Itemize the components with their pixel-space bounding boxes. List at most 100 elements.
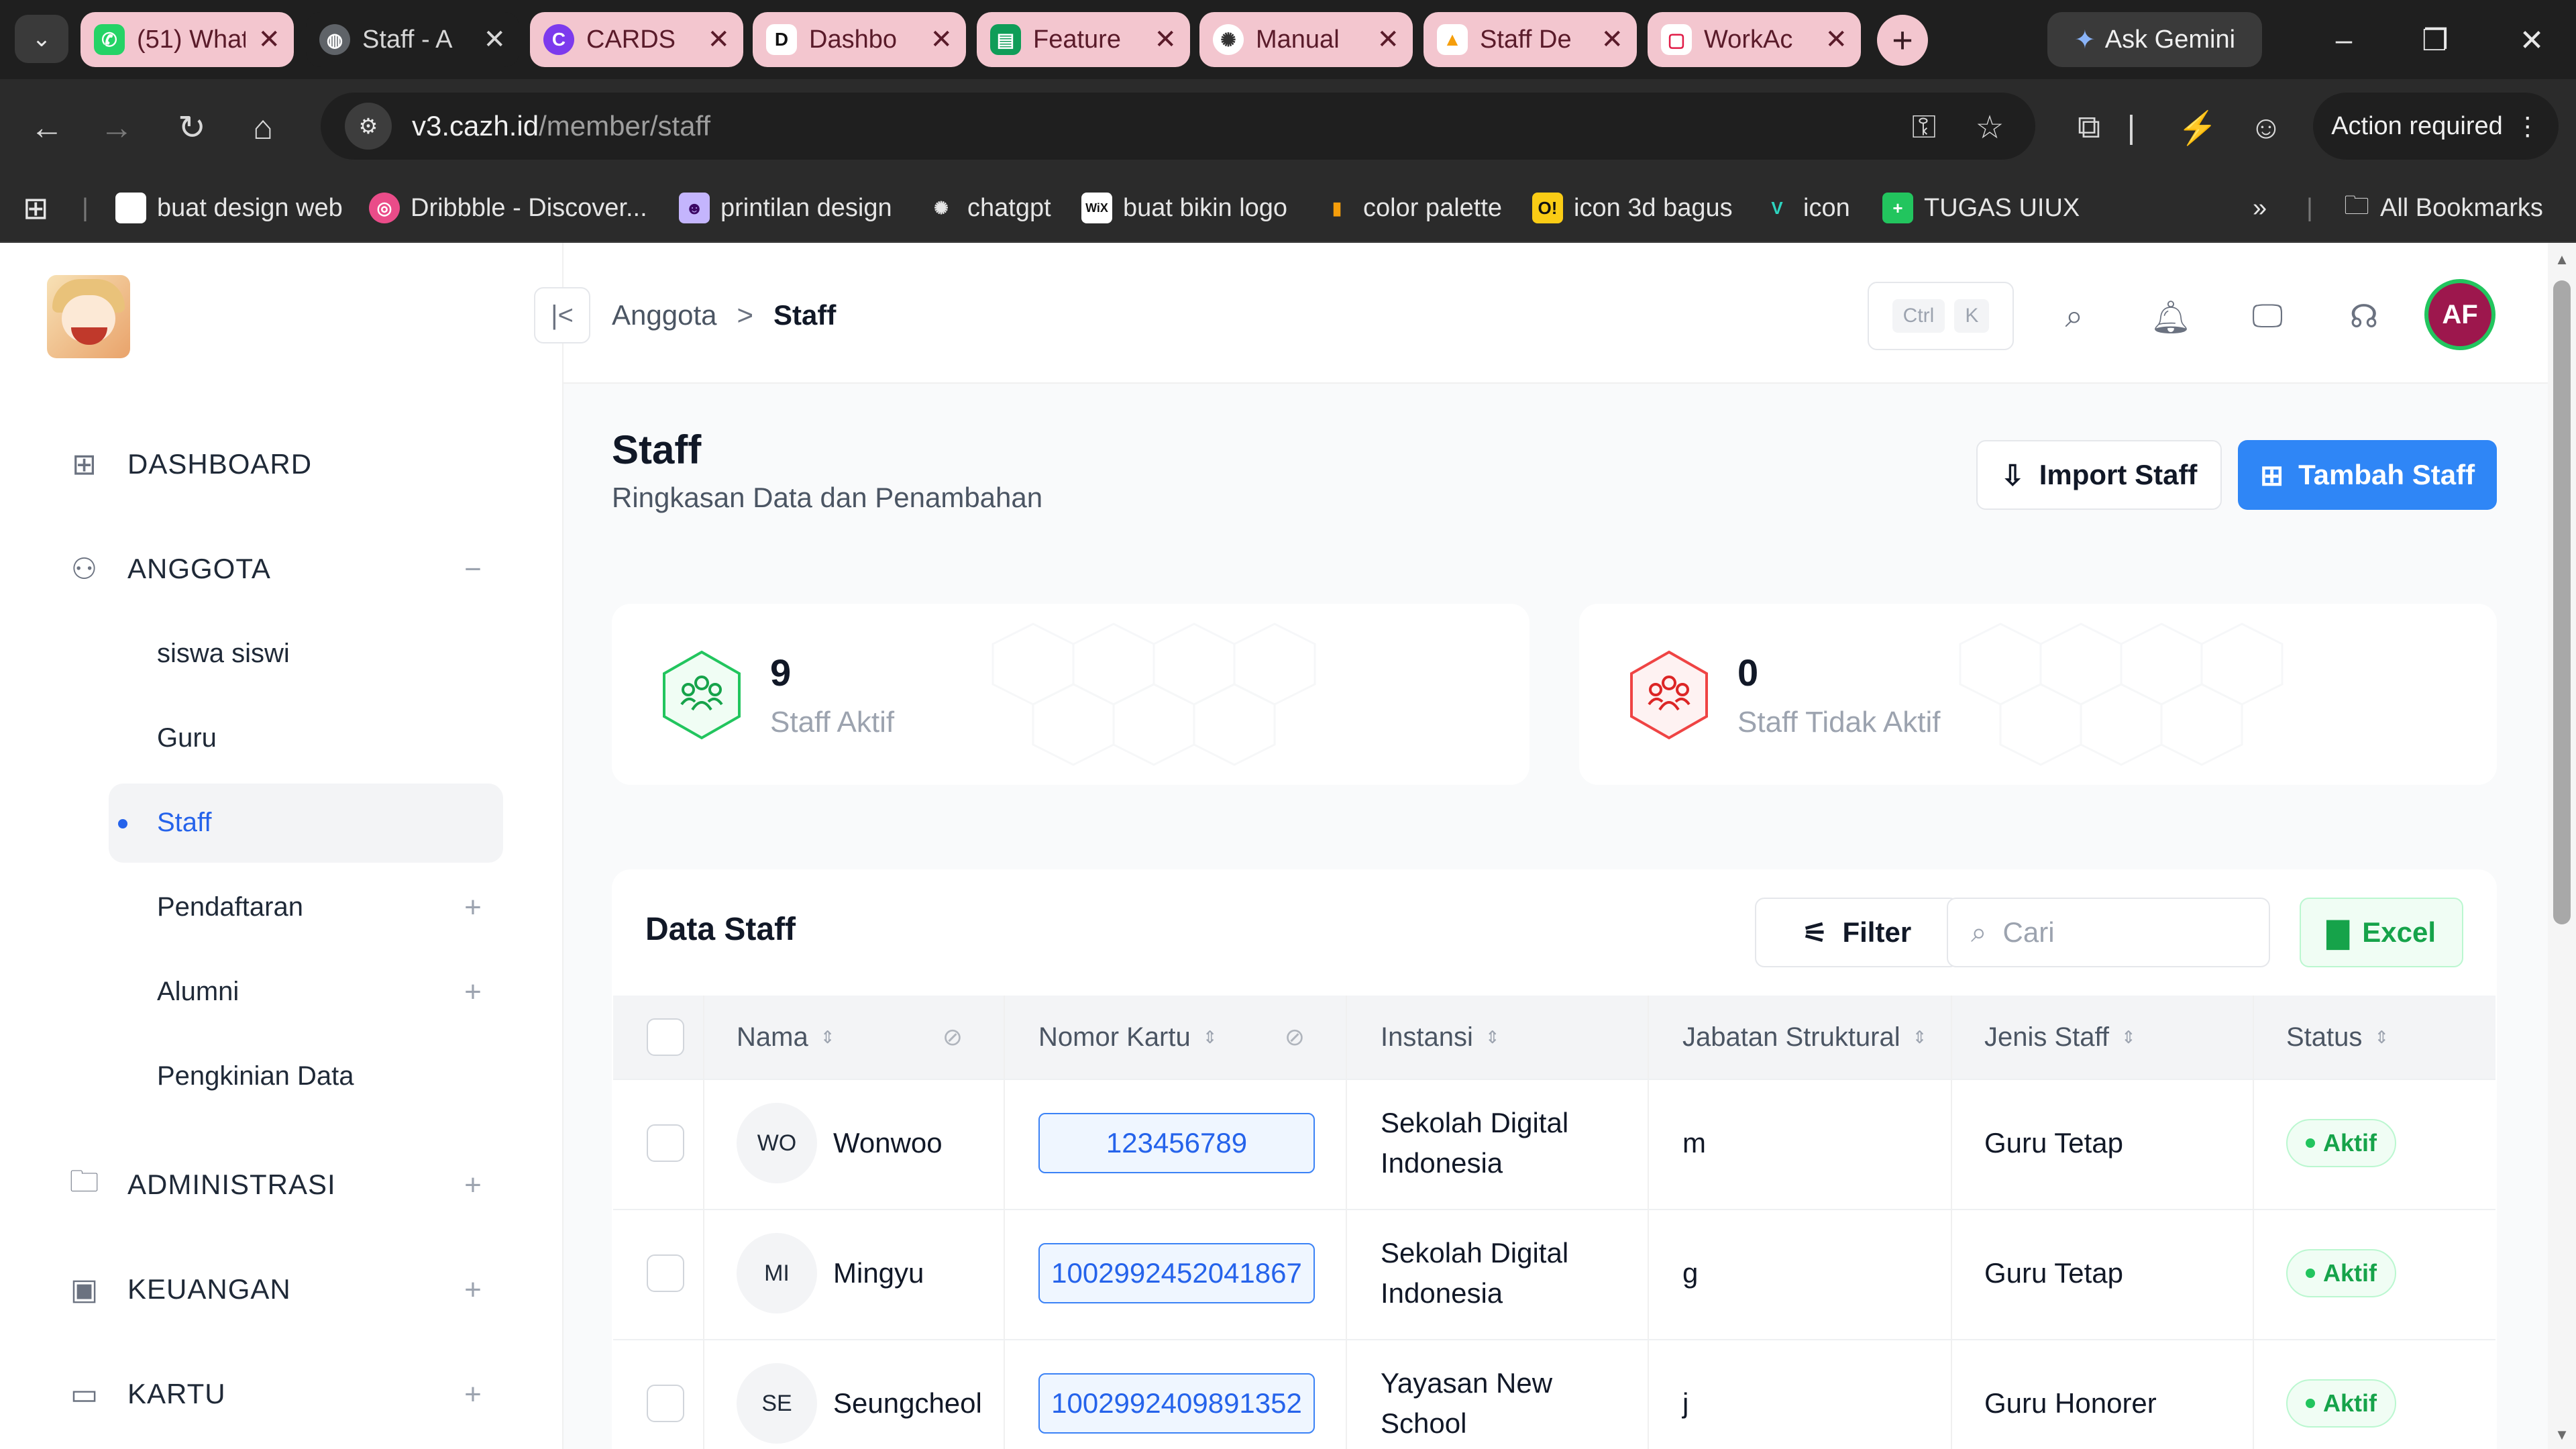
scroll-down-icon[interactable]: ▼ [2553,1425,2571,1445]
staff-name[interactable]: Mingyu [833,1253,924,1293]
performance-icon[interactable]: ⚡ [2178,107,2218,148]
browser-tab-manual[interactable]: ✺ Manual ✕ [1199,12,1413,67]
reload-button[interactable]: ↻ [165,101,219,154]
sidebar-item-kartu[interactable]: ▭ KARTU [64,1370,226,1418]
expand-plus-icon[interactable]: + [456,975,490,1009]
import-staff-button[interactable]: ⇩ Import Staff [1976,440,2222,510]
close-icon[interactable]: ✕ [258,24,280,55]
browser-tab-workac[interactable]: ▢ WorkAc ✕ [1648,12,1861,67]
excel-export-button[interactable]: ▇ Excel [2300,898,2463,967]
apps-grid-icon[interactable]: ⊞ [23,181,49,235]
unpin-column-icon[interactable]: ⊘ [1275,1017,1315,1057]
extensions-icon[interactable]: ⧉ [2069,107,2109,148]
unpin-column-icon[interactable]: ⊘ [932,1017,973,1057]
filter-button[interactable]: ⚟ Filter [1755,898,1959,967]
url-input[interactable]: ⚙ v3.cazh.id/member/staff [321,93,2035,160]
row-checkbox[interactable] [647,1124,684,1162]
back-button[interactable]: ← [20,101,74,154]
restore-button[interactable]: ❐ [2402,13,2469,67]
close-icon[interactable]: ✕ [483,24,506,55]
sidebar-sub-pendaftaran[interactable]: Pendaftaran [157,883,303,931]
command-palette-shortcut[interactable]: Ctrl K [1868,282,2014,350]
column-header-nomor-kartu[interactable]: Nomor Kartu ⇕ [1038,1010,1218,1064]
bookmark-tugas-uiux[interactable]: + TUGAS UIUX [1882,181,2080,235]
sidebar-collapse-button[interactable]: |< [534,287,590,343]
home-button[interactable]: ⌂ [236,101,290,154]
collapse-minus-icon[interactable]: − [456,553,490,586]
column-header-jabatan[interactable]: Jabatan Struktural ⇕ [1682,1010,1927,1064]
staff-name[interactable]: Seungcheol [833,1383,982,1424]
sidebar-sub-pengkinian-data[interactable]: Pengkinian Data [157,1052,354,1100]
row-checkbox[interactable] [647,1385,684,1422]
close-icon[interactable]: ✕ [1825,24,1847,55]
browser-tab-dashbo[interactable]: D Dashbo ✕ [753,12,966,67]
more-bookmarks-button[interactable]: » [2253,181,2267,235]
close-icon[interactable]: ✕ [930,24,953,55]
minimize-button[interactable]: – [2310,13,2377,67]
card-number[interactable]: 1002992452041867 [1038,1243,1315,1303]
action-required-button[interactable]: Action required ⋮ [2313,93,2559,160]
close-icon[interactable]: ✕ [707,24,730,55]
bell-icon[interactable]: 🔔︎ [2145,291,2196,342]
all-bookmarks-button[interactable]: 🗀 All Bookmarks [2344,181,2543,235]
bookmark-icon-3d-bagus[interactable]: O! icon 3d bagus [1532,181,1733,235]
expand-plus-icon[interactable]: + [456,891,490,924]
close-icon[interactable]: ✕ [1377,24,1399,55]
bookmark-buat-design-web[interactable]: buat design web [115,181,343,235]
scrollbar-thumb[interactable] [2553,280,2571,924]
sidebar-sub-staff[interactable]: Staff [157,798,212,847]
card-number[interactable]: 123456789 [1038,1113,1315,1173]
sidebar-item-anggota[interactable]: ⚇ ANGGOTA [64,545,271,593]
page-subtitle: Ringkasan Data dan Penambahan [612,482,1043,513]
card-number[interactable]: 1002992409891352 [1038,1373,1315,1434]
bookmark-chatgpt[interactable]: ✺ chatgpt [926,181,1051,235]
forward-button[interactable]: → [90,101,144,154]
bookmark-icon[interactable]: V icon [1762,181,1849,235]
bookmark-dribbble[interactable]: ◎ Dribbble - Discover... [369,181,647,235]
staff-name[interactable]: Wonwoo [833,1123,943,1163]
sidebar-sub-siswa-siswi[interactable]: siswa siswi [157,629,290,678]
bookmark-color-palette[interactable]: ▮ color palette [1322,181,1502,235]
bookmark-buat-bikin-logo[interactable]: WiX buat bikin logo [1081,181,1287,235]
headset-icon[interactable]: ☊ [2339,291,2390,342]
expand-plus-icon[interactable]: + [456,1273,490,1307]
close-icon[interactable]: ✕ [1601,24,1623,55]
profile-icon[interactable]: ☺ [2246,107,2286,148]
sidebar-item-dashboard[interactable]: ⊞ DASHBOARD [64,440,312,488]
column-header-jenis-staff[interactable]: Jenis Staff ⇕ [1984,1010,2136,1064]
bookmark-star-icon[interactable]: ☆ [1970,107,2010,148]
avatar[interactable]: AF [2424,279,2496,350]
tab-search-button[interactable]: ⌄ [15,15,68,63]
browser-tab-whatsapp[interactable]: ✆ (51) WhatsApp ✕ [80,12,294,67]
column-header-status[interactable]: Status ⇕ [2286,1010,2389,1064]
browser-tab-staff[interactable]: ◍ Staff - A ✕ [306,12,519,67]
browser-tab-staff-de[interactable]: ▲ Staff De ✕ [1424,12,1637,67]
scroll-up-icon[interactable]: ▲ [2553,250,2571,270]
close-window-button[interactable]: ✕ [2498,13,2565,67]
new-tab-button[interactable]: + [1877,15,1928,66]
column-header-instansi[interactable]: Instansi ⇕ [1381,1010,1500,1064]
row-checkbox[interactable] [647,1254,684,1292]
tambah-staff-button[interactable]: ⊞ Tambah Staff [2238,440,2497,510]
select-all-checkbox[interactable] [647,1018,684,1056]
expand-plus-icon[interactable]: + [456,1378,490,1411]
sidebar-sub-alumni[interactable]: Alumni [157,967,239,1016]
column-header-nama[interactable]: Nama ⇕ [737,1010,835,1064]
sidebar-item-administrasi[interactable]: 🗀 ADMINISTRASI [64,1161,336,1209]
expand-plus-icon[interactable]: + [456,1169,490,1202]
chatgpt-icon: ✺ [1213,24,1244,55]
close-icon[interactable]: ✕ [1154,24,1177,55]
bookmark-printilan-design[interactable]: ☻ printilan design [679,181,892,235]
site-info-icon[interactable]: ⚙ [345,103,392,150]
password-key-icon[interactable]: ⚿ [1904,107,1944,148]
monitor-icon[interactable]: 🖵 [2242,291,2293,342]
search-icon[interactable]: ⌕ [2049,291,2100,342]
sidebar-item-keuangan[interactable]: ▣ KEUANGAN [64,1265,291,1313]
search-input[interactable]: ⌕ Cari [1947,898,2270,967]
breadcrumb-anggota[interactable]: Anggota [612,299,716,331]
ask-gemini-button[interactable]: ✦ Ask Gemini [2047,12,2262,67]
school-logo[interactable] [47,275,130,358]
browser-tab-feature[interactable]: ▤ Feature ✕ [977,12,1190,67]
sidebar-sub-guru[interactable]: Guru [157,714,217,762]
browser-tab-cards[interactable]: C CARDS ✕ [530,12,743,67]
